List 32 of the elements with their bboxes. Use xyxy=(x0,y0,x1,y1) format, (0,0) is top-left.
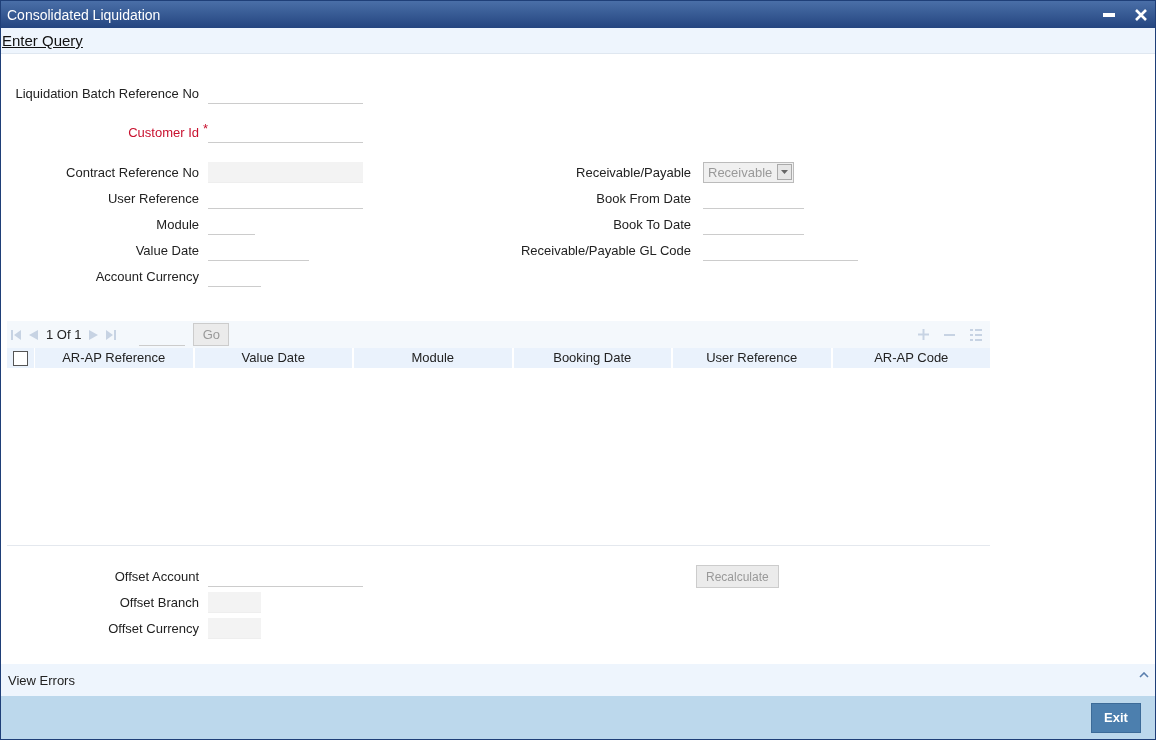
field-label: Module xyxy=(156,216,199,232)
field-label: Customer Id xyxy=(128,125,199,140)
required-mark: * xyxy=(202,121,208,136)
field-label: User Reference xyxy=(107,190,199,206)
field-label: Book To Date xyxy=(613,216,691,232)
field-label: Account Currency xyxy=(95,268,199,284)
field-label: Contract Reference No xyxy=(66,164,199,180)
view-errors-label[interactable]: View Errors xyxy=(8,664,75,698)
field-label: Offset Currency xyxy=(108,620,199,636)
field-label: Value Date xyxy=(135,242,199,258)
select-all-checkbox[interactable] xyxy=(13,350,28,366)
column-header[interactable]: AR-AP Code xyxy=(832,348,990,368)
previous-page-icon[interactable] xyxy=(29,329,38,340)
field-label: Offset Branch xyxy=(119,594,199,610)
minimize-icon[interactable] xyxy=(1103,12,1115,17)
field-label: Receivable/Payable xyxy=(576,164,691,180)
enter-query-link[interactable]: Enter Query xyxy=(1,32,83,49)
close-icon[interactable] xyxy=(1135,8,1147,21)
page-counter: 1 Of 1 xyxy=(46,327,82,342)
field-label: Liquidation Batch Reference No xyxy=(15,86,199,101)
last-page-icon[interactable] xyxy=(106,329,117,340)
exit-button[interactable]: Exit xyxy=(1091,702,1141,733)
field-label: Book From Date xyxy=(596,190,691,206)
list-view-icon[interactable] xyxy=(970,328,982,341)
window-title: Consolidated Liquidation xyxy=(7,6,161,23)
delete-row-icon[interactable] xyxy=(944,333,955,336)
field-label: Offset Account xyxy=(114,568,199,584)
first-page-icon[interactable] xyxy=(11,329,21,340)
caret-icon[interactable] xyxy=(1139,672,1149,678)
next-page-icon[interactable] xyxy=(89,329,99,340)
add-row-icon[interactable] xyxy=(918,329,929,340)
field-label: Receivable/Payable GL Code xyxy=(520,242,691,258)
